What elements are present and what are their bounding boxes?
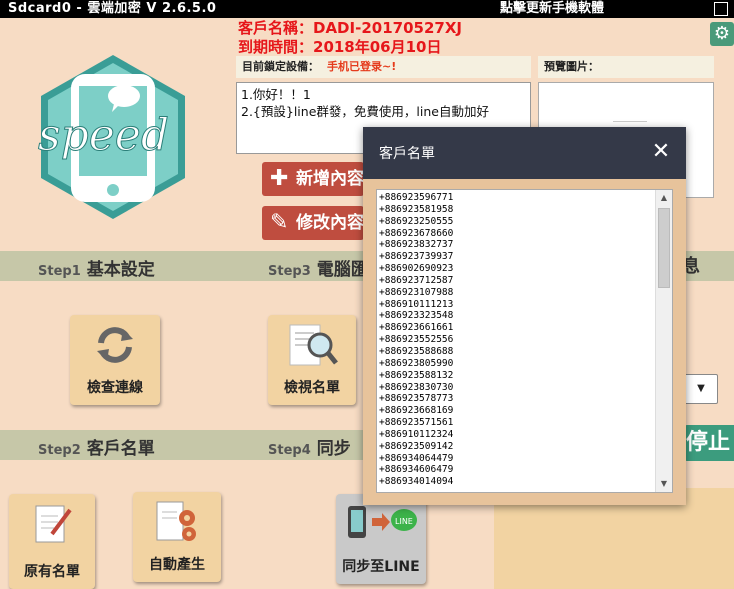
- original-list-button[interactable]: 原有名單: [9, 494, 95, 589]
- preview-label: 預覽圖片：: [544, 60, 599, 73]
- list-item[interactable]: +886902690923: [379, 263, 656, 275]
- list-item[interactable]: +886923678660: [379, 228, 656, 240]
- document-edit-icon: [35, 505, 72, 543]
- step2-heading: Step2 客戶名單: [38, 439, 155, 459]
- gear-icon: ⚙: [713, 23, 731, 44]
- magnifier-document-icon: [289, 324, 338, 366]
- settings-gear-button[interactable]: ⚙: [710, 22, 734, 46]
- title-bar: Sdcard0 - 雲端加密 V 2.6.5.0 點擊更新手機軟體: [0, 0, 734, 18]
- customer-list-dialog: 客戶名單 ✕ +886923596771 +886923581958 +886923…: [363, 127, 686, 505]
- stop-button[interactable]: 停止: [684, 425, 734, 461]
- scroll-thumb[interactable]: [658, 208, 670, 288]
- step4-heading: Step4 同步: [268, 439, 351, 459]
- auto-generate-button[interactable]: 自動產生: [133, 492, 221, 582]
- number-items: +886923596771 +886923581958 +886923250555 +…: [379, 192, 656, 488]
- list-item[interactable]: +886923661661: [379, 322, 656, 334]
- list-item[interactable]: +886923712587: [379, 275, 656, 287]
- vertical-scrollbar[interactable]: ▲ ▼: [655, 190, 672, 492]
- list-item[interactable]: +886923250555: [379, 216, 656, 228]
- list-item[interactable]: +886923739937: [379, 251, 656, 263]
- step3-heading: Step3 電腦匯: [268, 260, 368, 280]
- list-item[interactable]: +886910112324: [379, 429, 656, 441]
- svg-text:speed: speed: [38, 110, 169, 161]
- customer-name: 客戶名稱：DADI-20170527XJ: [238, 19, 462, 37]
- expiry-date: 到期時間：2018年06月10日: [238, 38, 442, 56]
- chevron-down-icon: ▼: [697, 383, 705, 394]
- list-item[interactable]: +886923588688: [379, 346, 656, 358]
- list-item[interactable]: +886923830730: [379, 382, 656, 394]
- check-connection-button[interactable]: 檢查連線: [70, 315, 160, 405]
- update-link[interactable]: 點擊更新手機軟體: [500, 0, 604, 18]
- list-item[interactable]: +886923578773: [379, 393, 656, 405]
- dialog-header: 客戶名單 ✕: [363, 127, 686, 179]
- list-item[interactable]: +886923668169: [379, 405, 656, 417]
- list-item[interactable]: +886923581958: [379, 204, 656, 216]
- list-item[interactable]: +886923805990: [379, 358, 656, 370]
- list-item[interactable]: +886923509142: [379, 441, 656, 453]
- message-item[interactable]: 2.{預設}line群發，免費使用，line自動加好: [241, 103, 526, 120]
- list-item[interactable]: +886934606479: [379, 464, 656, 476]
- scroll-up-icon[interactable]: ▲: [656, 190, 672, 206]
- message-item[interactable]: 1.你好！！1: [241, 86, 526, 103]
- view-list-button[interactable]: 檢視名單: [268, 315, 356, 405]
- sync-to-line-button[interactable]: LINE 同步至LINE: [336, 494, 426, 584]
- list-item[interactable]: +886923832737: [379, 239, 656, 251]
- customer-number-list[interactable]: +886923596771 +886923581958 +886923250555 +…: [376, 189, 673, 493]
- step1-heading: Step1 基本設定: [38, 260, 155, 280]
- list-item[interactable]: +886923323548: [379, 310, 656, 322]
- list-item[interactable]: +886923552556: [379, 334, 656, 346]
- document-gear-icon: [156, 501, 196, 541]
- preview-header: 預覽圖片：: [538, 56, 714, 78]
- svg-text:LINE: LINE: [395, 517, 413, 526]
- device-dropdown[interactable]: ▼: [684, 374, 718, 404]
- add-content-button[interactable]: ✚ 新增內容: [262, 162, 364, 196]
- window-title: Sdcard0 - 雲端加密 V 2.6.5.0: [8, 1, 217, 16]
- list-item[interactable]: +886923588132: [379, 370, 656, 382]
- maximize-icon[interactable]: [714, 2, 728, 16]
- speed-logo: speed: [38, 55, 185, 219]
- edit-content-button[interactable]: ✎ 修改內容: [262, 206, 364, 240]
- login-status: 手机已登录~!: [327, 60, 397, 73]
- dialog-title: 客戶名單: [379, 146, 435, 162]
- list-item[interactable]: +886910111213: [379, 299, 656, 311]
- list-item[interactable]: +886934014094: [379, 476, 656, 488]
- list-item[interactable]: +886923107988: [379, 287, 656, 299]
- list-item[interactable]: +886934064479: [379, 453, 656, 465]
- plus-icon: ✚: [270, 166, 289, 191]
- list-item[interactable]: +886923571561: [379, 417, 656, 429]
- list-item[interactable]: +886923596771: [379, 192, 656, 204]
- locked-device-header: 目前鎖定設備： 手机已登录~!: [236, 56, 531, 78]
- pencil-icon: ✎: [270, 210, 289, 235]
- phone-to-line-icon: LINE: [348, 506, 417, 538]
- refresh-icon: [97, 327, 133, 363]
- close-icon[interactable]: ✕: [648, 139, 674, 165]
- locked-device-label: 目前鎖定設備：: [242, 60, 319, 73]
- scroll-down-icon[interactable]: ▼: [656, 476, 672, 492]
